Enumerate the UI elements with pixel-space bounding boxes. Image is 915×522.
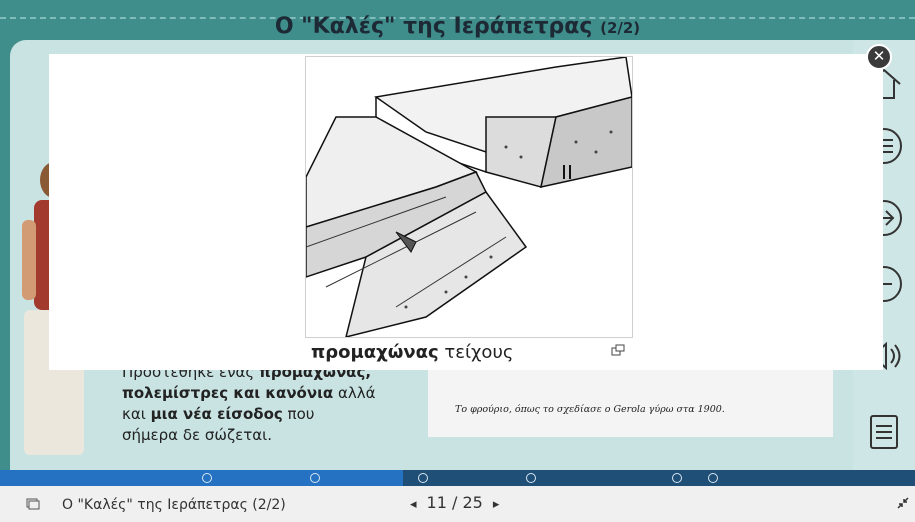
bastion-image-frame: [305, 56, 633, 339]
bastion-illustration: [305, 56, 633, 339]
close-icon[interactable]: ✕: [866, 44, 892, 70]
image-caption: προμαχώνας τείχους: [311, 342, 514, 363]
expand-icon[interactable]: [611, 344, 625, 356]
image-modal: προμαχώνας τείχους: [49, 54, 883, 370]
